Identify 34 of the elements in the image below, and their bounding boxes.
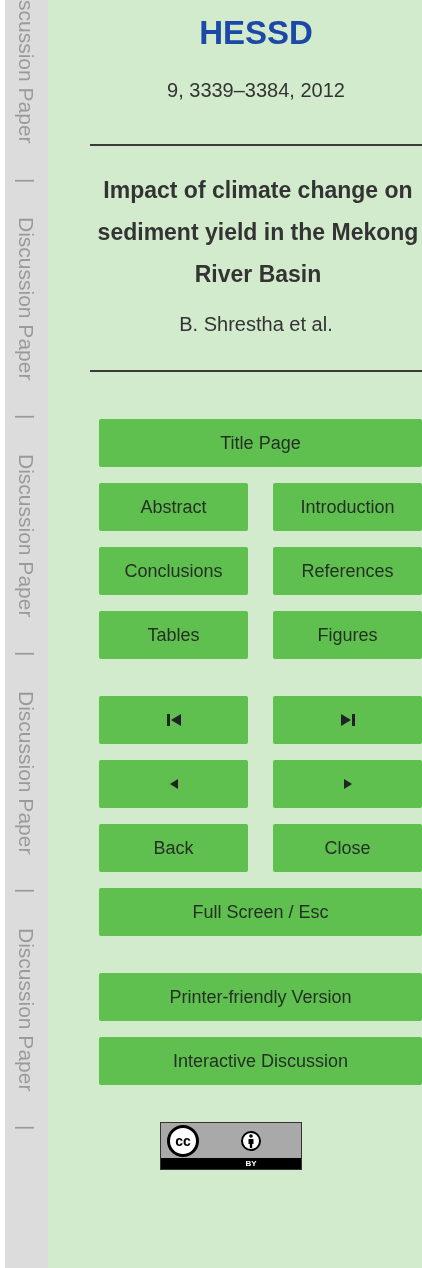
page-nav-button[interactable] (99, 760, 248, 808)
nav-button[interactable]: Conclusions (99, 547, 248, 595)
nav-button[interactable]: Abstract (99, 483, 248, 531)
page-nav-button[interactable] (273, 696, 422, 744)
page-nav-button[interactable] (273, 760, 422, 808)
journal-name: HESSD (198, 16, 314, 49)
nav-button[interactable]: Back (99, 824, 248, 872)
margin-label: scussion Paper (16, 0, 37, 144)
margin-label: | (16, 177, 37, 184)
nav-button[interactable]: Interactive Discussion (99, 1037, 422, 1085)
nav-button[interactable]: Tables (99, 611, 248, 659)
authors: B. Shrestha et al. (178, 313, 334, 336)
nav-button[interactable]: References (273, 547, 422, 595)
citation: 9, 3339–3384, 2012 (166, 79, 346, 102)
paper-title: Impact of climate change on sediment yield in the Mekong River Basin (96, 176, 420, 289)
margin-label: Discussion Paper (16, 217, 37, 381)
margin-label: | (16, 414, 37, 420)
margin-label: | (16, 1125, 37, 1131)
page-nav-button[interactable] (99, 696, 248, 744)
license-badge[interactable]: cc BY (160, 1122, 302, 1170)
nav-button[interactable]: Printer-friendly Version (99, 973, 422, 1021)
nav-button[interactable]: Title Page (99, 419, 422, 467)
by-label: BY (245, 1158, 257, 1169)
margin-label: Discussion Paper (16, 690, 37, 855)
nav-button[interactable]: Full Screen / Esc (99, 888, 422, 936)
nav-button[interactable]: Close (273, 824, 422, 872)
margin-label: | (16, 888, 37, 894)
margin-label: | (16, 651, 37, 657)
margin-label: Discussion Paper (16, 453, 37, 618)
margin-label: Discussion Paper (16, 927, 37, 1092)
nav-button[interactable]: Introduction (273, 483, 422, 531)
person-icon (241, 1130, 261, 1151)
nav-button[interactable]: Figures (273, 611, 422, 659)
cc-icon: cc (167, 1124, 199, 1157)
